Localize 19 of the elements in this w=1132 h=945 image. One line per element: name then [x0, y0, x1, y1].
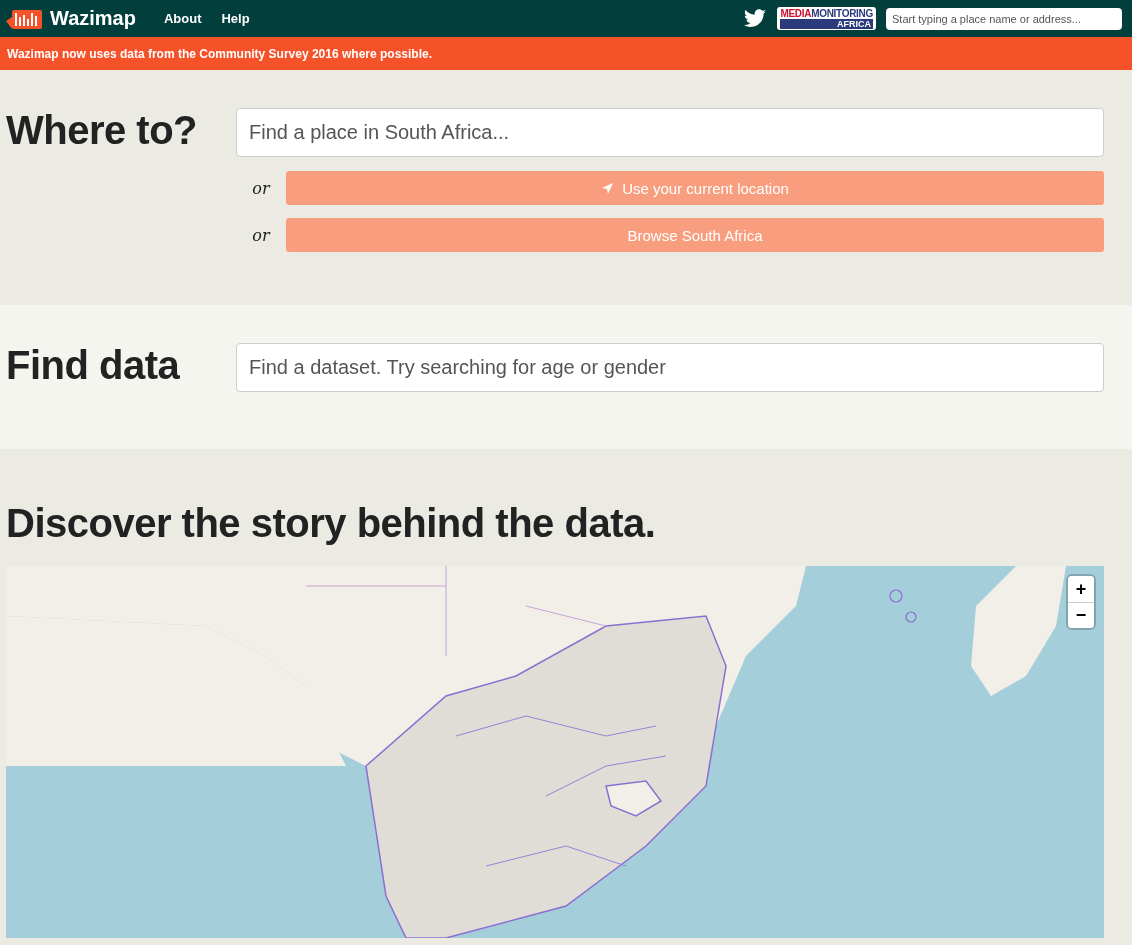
navigation-arrow-icon — [601, 181, 615, 195]
section-title: Where to? — [6, 108, 199, 154]
nav-link[interactable]: About — [163, 11, 202, 26]
logo-text: MEDIA — [780, 8, 812, 19]
zoom-out-button[interactable]: − — [1068, 602, 1094, 628]
logo-text: AFRICA — [780, 19, 873, 29]
announcement-text: Wazimap now uses data from the Community Survey 2016 where possible. — [7, 46, 432, 61]
or-label: or — [251, 178, 272, 198]
bird-icon[interactable] — [743, 8, 768, 29]
search-field[interactable]: Start typing a place name or address... — [886, 7, 1122, 30]
section-title: Find data — [6, 343, 181, 389]
brand-name[interactable]: Wazimap — [50, 7, 136, 30]
section-title: Discover the story behind the data. — [6, 501, 657, 546]
logo-text: MONITORING — [811, 8, 873, 19]
place-search-field[interactable]: Find a place in South Africa... — [236, 108, 1104, 157]
partner-logo[interactable]: MEDIAMONITORING AFRICA — [777, 7, 876, 30]
dataset-search-field[interactable]: Find a dataset. Try searching for age or gender — [236, 343, 1104, 392]
nav-link[interactable]: Help — [221, 11, 250, 26]
or-label: or — [251, 225, 272, 245]
